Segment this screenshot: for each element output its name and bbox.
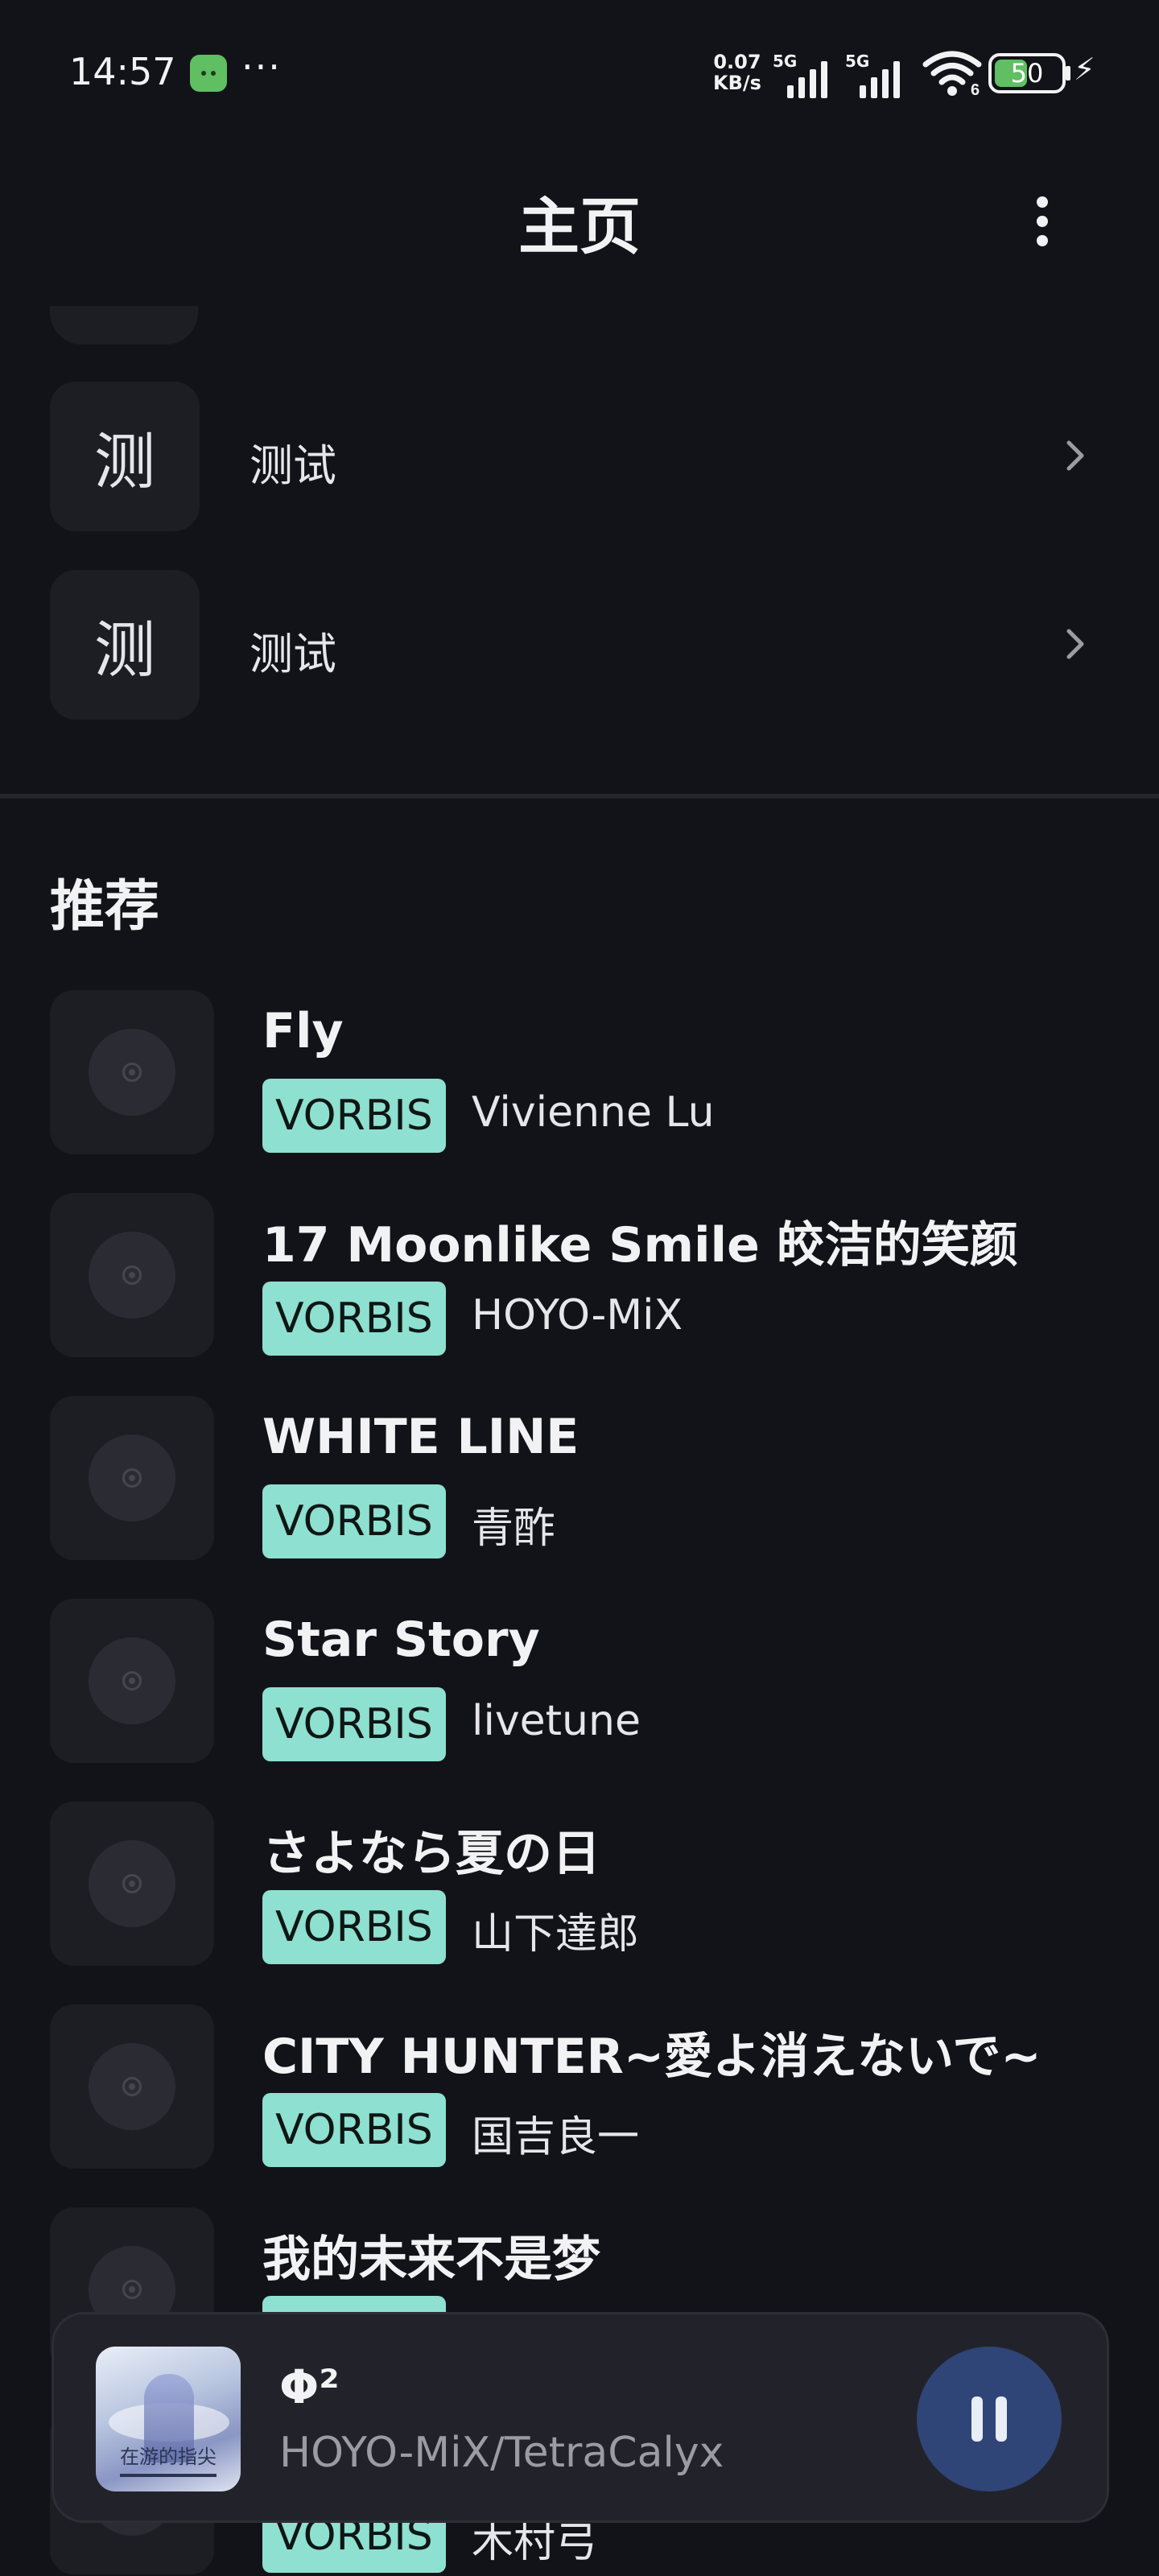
app-notification-icon xyxy=(190,55,227,92)
more-vert-icon[interactable] xyxy=(1009,185,1074,258)
song-title: WHITE LINE xyxy=(262,1409,580,1465)
disc-icon xyxy=(89,2043,175,2130)
song-row[interactable]: CITY HUNTER~愛よ消えないで~ VORBIS 国吉良一 xyxy=(0,2004,1159,2174)
album-art[interactable]: 在游的指尖 xyxy=(96,2347,241,2491)
song-title: 17 Moonlike Smile 皎洁的笑颜 xyxy=(262,1217,1018,1274)
menu-item-label: 测试 xyxy=(250,440,336,491)
song-row[interactable]: さよなら夏の日 VORBIS 山下達郎 xyxy=(0,1802,1159,1971)
battery-icon: 50 xyxy=(988,53,1066,93)
song-title: Star Story xyxy=(262,1612,540,1668)
disc-icon xyxy=(89,1840,175,1927)
song-cover xyxy=(50,990,214,1154)
network-speed-value: 0.07 xyxy=(713,51,761,73)
app-bar: 主页 xyxy=(0,145,1159,298)
menu-item-label: 测试 xyxy=(250,629,336,679)
menu-item-avatar: 测 xyxy=(50,570,200,720)
song-row[interactable]: Fly VORBIS Vivienne Lu xyxy=(0,990,1159,1159)
format-badge: VORBIS xyxy=(262,1687,446,1761)
wifi-icon: 6 xyxy=(922,50,982,100)
battery-percent: 50 xyxy=(1010,58,1044,89)
recommend-section-title: 推荐 xyxy=(50,875,160,939)
disc-icon xyxy=(89,1435,175,1521)
now-playing-title: Φ² xyxy=(279,2359,340,2414)
song-title: さよなら夏の日 xyxy=(262,1826,600,1882)
disc-icon xyxy=(89,1637,175,1724)
screen: 14:57 ··· 0.07 KB/s 5G 5G 6 50 ⚡ 主页 测 测试… xyxy=(0,0,1159,2576)
wifi-label: 6 xyxy=(971,81,980,97)
mini-player[interactable]: 在游的指尖 Φ² HOYO-MiX/TetraCalyx xyxy=(52,2312,1109,2523)
charging-bolt-icon: ⚡ xyxy=(1074,52,1095,87)
song-cover xyxy=(50,1599,214,1763)
format-badge: VORBIS xyxy=(262,1890,446,1964)
pause-icon[interactable] xyxy=(917,2347,1062,2491)
song-row[interactable]: WHITE LINE VORBIS 青酢 xyxy=(0,1396,1159,1565)
chevron-right-icon xyxy=(1066,629,1084,659)
page-title: 主页 xyxy=(518,191,641,262)
now-playing-artist: HOYO-MiX/TetraCalyx xyxy=(279,2429,724,2477)
song-cover xyxy=(50,2004,214,2169)
song-title: CITY HUNTER~愛よ消えないで~ xyxy=(262,2029,1041,2085)
song-cover xyxy=(50,1396,214,1560)
format-badge: VORBIS xyxy=(262,1282,446,1356)
song-cover xyxy=(50,1802,214,1966)
song-title: Fly xyxy=(262,1003,344,1059)
menu-item[interactable]: 测 测试 xyxy=(0,570,1159,720)
more-notifications-icon: ··· xyxy=(241,45,282,89)
song-title: 我的未来不是梦 xyxy=(262,2231,600,2288)
network-speed: 0.07 KB/s xyxy=(713,52,761,93)
menu-item-avatar: 测 xyxy=(50,382,200,531)
menu-item-partial[interactable] xyxy=(50,306,198,345)
song-row[interactable]: 17 Moonlike Smile 皎洁的笑颜 VORBIS HOYO-MiX xyxy=(0,1193,1159,1362)
section-divider xyxy=(0,794,1159,799)
menu-item[interactable]: 测 测试 xyxy=(0,382,1159,531)
status-bar: 14:57 ··· 0.07 KB/s 5G 5G 6 50 ⚡ xyxy=(0,0,1159,145)
disc-icon xyxy=(89,1232,175,1319)
format-badge: VORBIS xyxy=(262,1484,446,1558)
album-art-text: 在游的指尖 xyxy=(120,2446,217,2468)
song-cover xyxy=(50,1193,214,1357)
song-artist: 国吉良一 xyxy=(472,2113,640,2161)
song-artist: 青酢 xyxy=(472,1505,556,1553)
song-artist: HOYO-MiX xyxy=(472,1291,683,1340)
disc-icon xyxy=(89,1029,175,1116)
song-row[interactable]: Star Story VORBIS livetune xyxy=(0,1599,1159,1768)
status-time: 14:57 xyxy=(69,50,176,93)
song-artist: livetune xyxy=(472,1697,641,1745)
format-badge: VORBIS xyxy=(262,1079,446,1153)
format-badge: VORBIS xyxy=(262,2093,446,2167)
song-artist: Vivienne Lu xyxy=(472,1088,715,1137)
network-speed-unit: KB/s xyxy=(713,72,761,94)
song-artist: 山下達郎 xyxy=(472,1910,640,1959)
chevron-right-icon xyxy=(1066,440,1084,471)
battery-cap xyxy=(1066,66,1070,80)
